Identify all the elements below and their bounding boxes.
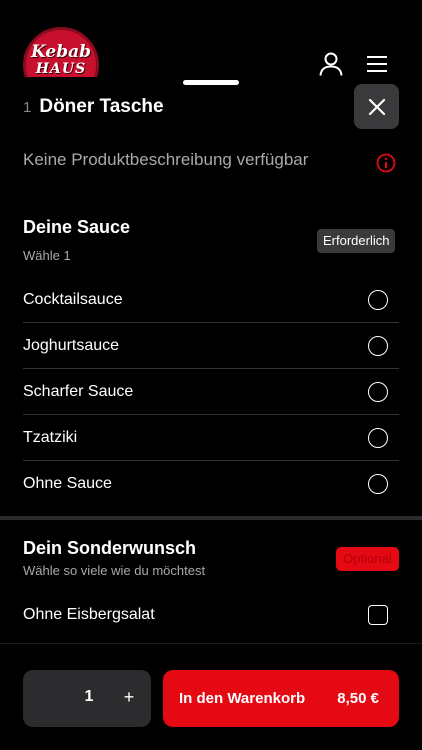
product-title: Döner Tasche [39, 96, 164, 117]
radio-button[interactable] [368, 428, 388, 448]
optional-badge: Optional [336, 547, 399, 571]
option-label: Tzatziki [23, 428, 78, 446]
option-scharfer-sauce[interactable]: Scharfer Sauce [23, 369, 399, 415]
option-ohne-sauce[interactable]: Ohne Sauce [23, 461, 399, 507]
logo-text-line1: Kebab [30, 42, 91, 62]
close-icon [368, 98, 385, 115]
product-quantity-prefix: 1 [23, 99, 32, 116]
sauce-group-title: Deine Sauce [23, 217, 131, 237]
option-cocktailsauce[interactable]: Cocktailsauce [23, 277, 399, 323]
option-joghurtsauce[interactable]: Joghurtsauce [23, 323, 399, 369]
extras-option-list: Ohne Eisbergsalat [23, 592, 399, 638]
menu-icon[interactable] [364, 51, 390, 77]
add-to-cart-button[interactable]: In den Warenkorb 8,50 € [163, 670, 399, 727]
option-label: Joghurtsauce [23, 336, 120, 354]
info-icon[interactable] [376, 153, 396, 173]
quantity-value: 1 [84, 688, 94, 705]
option-ohne-eisbergsalat[interactable]: Ohne Eisbergsalat [23, 592, 399, 638]
close-button[interactable] [354, 84, 399, 129]
section-divider [0, 516, 422, 520]
required-badge: Erforderlich [317, 229, 396, 253]
option-tzatziki[interactable]: Tzatziki [23, 415, 399, 461]
checkbox[interactable] [368, 605, 388, 625]
sheet-drag-handle[interactable] [183, 80, 239, 85]
increase-quantity-button[interactable]: + [117, 685, 141, 709]
product-title-row: 1 Döner Tasche [23, 96, 164, 118]
sauce-option-list: Cocktailsauce Joghurtsauce Scharfer Sauc… [23, 277, 399, 507]
product-description: Keine Produktbeschreibung verfügbar [23, 150, 309, 169]
extras-group-title: Dein Sonderwunsch [23, 538, 197, 558]
radio-button[interactable] [368, 290, 388, 310]
radio-button[interactable] [368, 382, 388, 402]
radio-button[interactable] [368, 474, 388, 494]
extras-group-subtitle: Wähle so viele wie du möchtest [23, 563, 206, 578]
logo-text-line2: HAUS [35, 61, 87, 77]
price-label: 8,50 € [337, 690, 379, 707]
sauce-group-subtitle: Wähle 1 [23, 248, 71, 263]
add-to-cart-label: In den Warenkorb [179, 690, 306, 707]
app-header: Kebab HAUS [0, 0, 422, 80]
option-label: Cocktailsauce [23, 290, 123, 308]
option-label: Ohne Eisbergsalat [23, 606, 155, 623]
option-label: Scharfer Sauce [23, 382, 134, 400]
kebab-haus-logo[interactable]: Kebab HAUS [23, 27, 99, 77]
option-label: Ohne Sauce [23, 475, 112, 492]
radio-button[interactable] [368, 336, 388, 356]
order-footer: 1 + In den Warenkorb 8,50 € [0, 643, 422, 750]
quantity-stepper: 1 + [23, 670, 151, 727]
user-icon[interactable] [318, 51, 344, 77]
